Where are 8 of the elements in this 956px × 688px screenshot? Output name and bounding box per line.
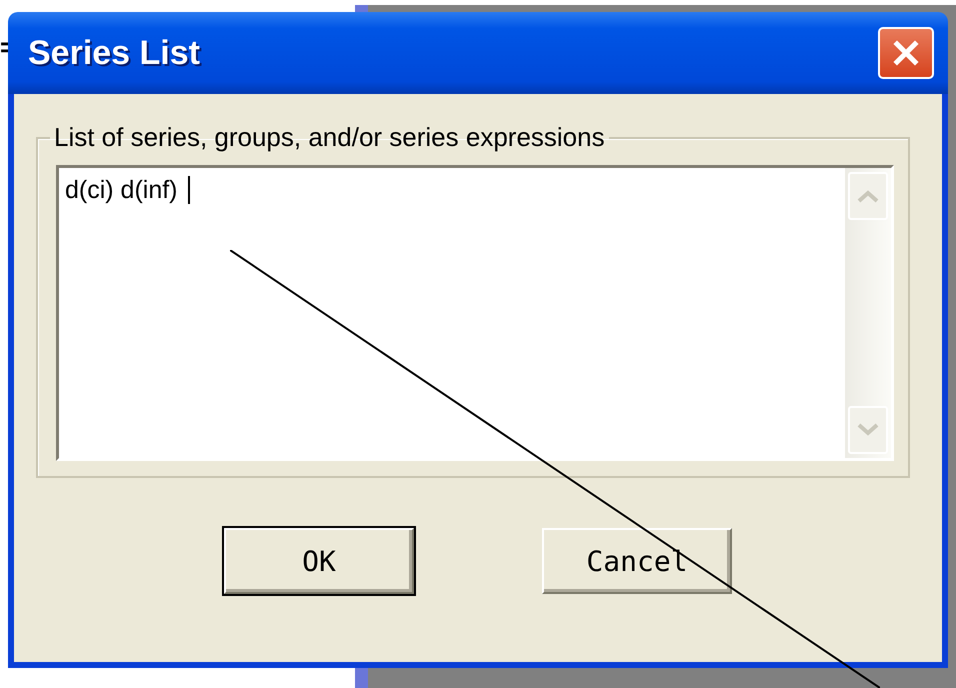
dialog-button[interactable]: Cancel: [542, 528, 732, 594]
close-icon: [891, 38, 921, 68]
field-value: d(ci) d(inf): [65, 176, 178, 205]
dialog-button[interactable]: OK: [224, 528, 414, 594]
close-button[interactable]: [878, 27, 934, 79]
window-title: Series List: [28, 34, 200, 72]
group-label: List of series, groups, and/or series expressions: [53, 122, 606, 153]
text-caret: [188, 176, 190, 204]
